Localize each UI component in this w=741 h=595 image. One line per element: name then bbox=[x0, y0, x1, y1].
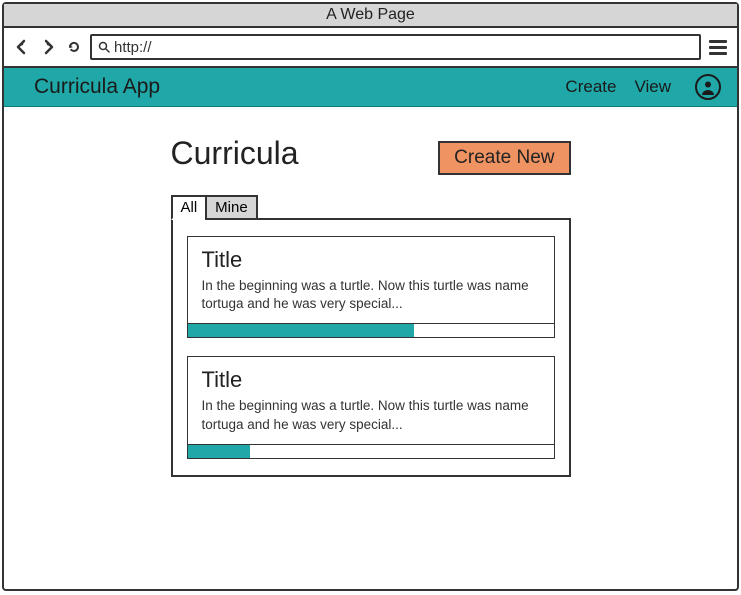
url-input[interactable] bbox=[114, 39, 693, 56]
progress-bar bbox=[188, 444, 554, 458]
back-button[interactable] bbox=[12, 37, 32, 57]
user-avatar[interactable] bbox=[695, 74, 721, 100]
nav-link-view[interactable]: View bbox=[634, 77, 671, 97]
curriculum-card[interactable]: Title In the beginning was a turtle. Now… bbox=[187, 356, 555, 458]
menu-button[interactable] bbox=[707, 36, 729, 58]
card-description: In the beginning was a turtle. Now this … bbox=[202, 277, 540, 313]
search-icon bbox=[98, 41, 110, 53]
app-title: Curricula App bbox=[34, 75, 547, 99]
page-content: Curricula Create New All Mine Title In t… bbox=[4, 107, 737, 589]
page-title: Curricula bbox=[171, 135, 299, 172]
window-title: A Web Page bbox=[4, 4, 737, 28]
cards-panel: Title In the beginning was a turtle. Now… bbox=[171, 218, 571, 477]
curriculum-card[interactable]: Title In the beginning was a turtle. Now… bbox=[187, 236, 555, 338]
tabs: All Mine bbox=[171, 195, 571, 220]
card-title: Title bbox=[202, 367, 540, 393]
card-title: Title bbox=[202, 247, 540, 273]
app-navbar: Curricula App Create View bbox=[4, 68, 737, 107]
reload-button[interactable] bbox=[64, 37, 84, 57]
card-description: In the beginning was a turtle. Now this … bbox=[202, 397, 540, 433]
progress-bar bbox=[188, 323, 554, 337]
progress-fill bbox=[188, 445, 250, 458]
create-new-button[interactable]: Create New bbox=[438, 141, 570, 175]
tab-all[interactable]: All bbox=[171, 195, 208, 220]
forward-button[interactable] bbox=[38, 37, 58, 57]
user-icon bbox=[699, 78, 717, 96]
browser-window: A Web Page Curricula App Create View Cur… bbox=[2, 2, 739, 591]
url-bar[interactable] bbox=[90, 34, 701, 60]
page-header: Curricula Create New bbox=[171, 135, 571, 175]
browser-toolbar bbox=[4, 28, 737, 68]
tab-mine[interactable]: Mine bbox=[205, 195, 258, 220]
nav-link-create[interactable]: Create bbox=[565, 77, 616, 97]
progress-fill bbox=[188, 324, 415, 337]
